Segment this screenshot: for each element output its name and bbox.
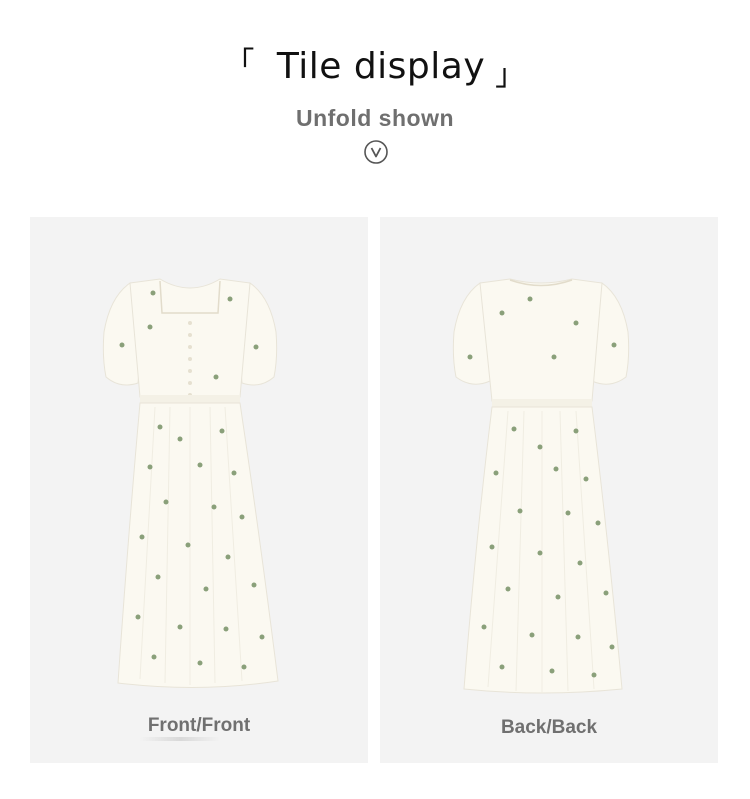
title-bracket-left: 「: [224, 46, 255, 81]
page-subtitle: Unfold shown: [295, 105, 455, 131]
caption-reflection: [140, 737, 220, 741]
dress-front-image: [102, 278, 279, 689]
dress-back-image: [452, 278, 630, 694]
title-bracket-right: 」: [495, 58, 526, 93]
page-title: Tile display: [276, 45, 486, 87]
product-image-back: Back/Back: [380, 217, 718, 763]
caption-front: Front/Front: [147, 715, 251, 736]
caption-back: Back/Back: [500, 717, 598, 738]
title-row: 「 Tile display 」: [0, 44, 750, 94]
product-image-front: Front/Front: [30, 217, 368, 763]
chevron-down-circle-icon: [364, 140, 388, 164]
header: 「 Tile display 」 Unfold shown: [0, 0, 750, 200]
